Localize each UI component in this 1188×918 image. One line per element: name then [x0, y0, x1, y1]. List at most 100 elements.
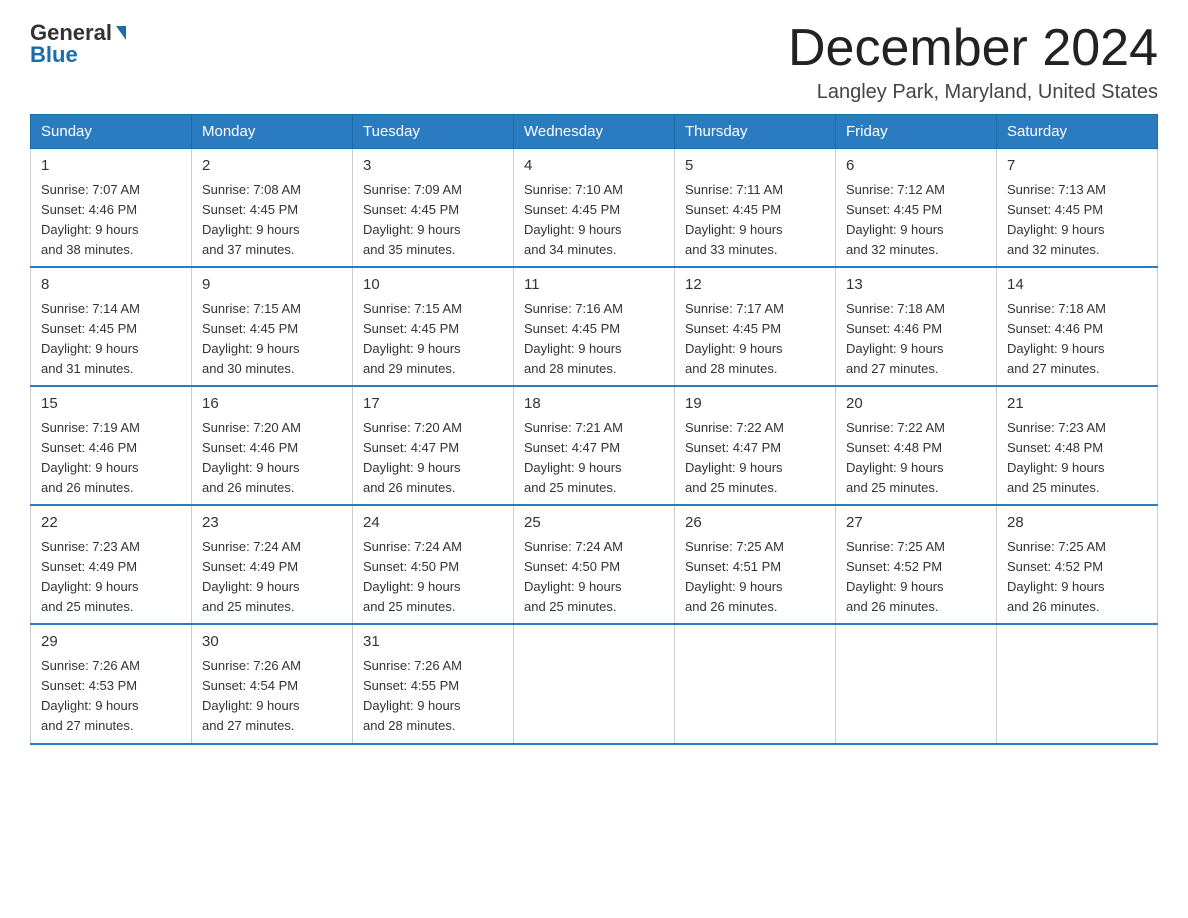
day-number: 30: [202, 631, 342, 654]
weekday-header-tuesday: Tuesday: [353, 115, 514, 149]
calendar-day-cell: 6Sunrise: 7:12 AMSunset: 4:45 PMDaylight…: [836, 149, 997, 268]
day-info: Sunrise: 7:24 AMSunset: 4:50 PMDaylight:…: [524, 537, 664, 618]
day-number: 19: [685, 393, 825, 416]
day-info: Sunrise: 7:20 AMSunset: 4:47 PMDaylight:…: [363, 418, 503, 499]
day-number: 7: [1007, 155, 1147, 178]
calendar-day-cell: 31Sunrise: 7:26 AMSunset: 4:55 PMDayligh…: [353, 624, 514, 743]
day-number: 5: [685, 155, 825, 178]
day-info: Sunrise: 7:09 AMSunset: 4:45 PMDaylight:…: [363, 180, 503, 261]
day-info: Sunrise: 7:24 AMSunset: 4:50 PMDaylight:…: [363, 537, 503, 618]
day-number: 25: [524, 512, 664, 535]
day-number: 3: [363, 155, 503, 178]
calendar-title: December 2024: [788, 20, 1158, 77]
calendar-day-cell: 12Sunrise: 7:17 AMSunset: 4:45 PMDayligh…: [675, 267, 836, 386]
calendar-day-cell: [675, 624, 836, 743]
day-number: 31: [363, 631, 503, 654]
day-number: 29: [41, 631, 181, 654]
calendar-day-cell: 22Sunrise: 7:23 AMSunset: 4:49 PMDayligh…: [31, 505, 192, 624]
day-info: Sunrise: 7:24 AMSunset: 4:49 PMDaylight:…: [202, 537, 342, 618]
day-number: 12: [685, 274, 825, 297]
day-info: Sunrise: 7:19 AMSunset: 4:46 PMDaylight:…: [41, 418, 181, 499]
day-number: 21: [1007, 393, 1147, 416]
calendar-day-cell: 18Sunrise: 7:21 AMSunset: 4:47 PMDayligh…: [514, 386, 675, 505]
day-number: 28: [1007, 512, 1147, 535]
day-number: 13: [846, 274, 986, 297]
day-info: Sunrise: 7:10 AMSunset: 4:45 PMDaylight:…: [524, 180, 664, 261]
day-info: Sunrise: 7:15 AMSunset: 4:45 PMDaylight:…: [363, 299, 503, 380]
day-info: Sunrise: 7:14 AMSunset: 4:45 PMDaylight:…: [41, 299, 181, 380]
calendar-day-cell: 7Sunrise: 7:13 AMSunset: 4:45 PMDaylight…: [997, 149, 1158, 268]
day-number: 24: [363, 512, 503, 535]
calendar-day-cell: 4Sunrise: 7:10 AMSunset: 4:45 PMDaylight…: [514, 149, 675, 268]
calendar-day-cell: 19Sunrise: 7:22 AMSunset: 4:47 PMDayligh…: [675, 386, 836, 505]
calendar-day-cell: [997, 624, 1158, 743]
logo: General Blue: [30, 20, 128, 68]
day-info: Sunrise: 7:25 AMSunset: 4:52 PMDaylight:…: [1007, 537, 1147, 618]
calendar-day-cell: 25Sunrise: 7:24 AMSunset: 4:50 PMDayligh…: [514, 505, 675, 624]
day-info: Sunrise: 7:25 AMSunset: 4:51 PMDaylight:…: [685, 537, 825, 618]
weekday-header-monday: Monday: [192, 115, 353, 149]
day-info: Sunrise: 7:23 AMSunset: 4:49 PMDaylight:…: [41, 537, 181, 618]
calendar-day-cell: 13Sunrise: 7:18 AMSunset: 4:46 PMDayligh…: [836, 267, 997, 386]
day-number: 23: [202, 512, 342, 535]
weekday-header-saturday: Saturday: [997, 115, 1158, 149]
day-number: 22: [41, 512, 181, 535]
day-info: Sunrise: 7:18 AMSunset: 4:46 PMDaylight:…: [1007, 299, 1147, 380]
day-info: Sunrise: 7:13 AMSunset: 4:45 PMDaylight:…: [1007, 180, 1147, 261]
calendar-day-cell: 27Sunrise: 7:25 AMSunset: 4:52 PMDayligh…: [836, 505, 997, 624]
day-info: Sunrise: 7:22 AMSunset: 4:47 PMDaylight:…: [685, 418, 825, 499]
day-number: 15: [41, 393, 181, 416]
calendar-day-cell: 2Sunrise: 7:08 AMSunset: 4:45 PMDaylight…: [192, 149, 353, 268]
day-number: 11: [524, 274, 664, 297]
day-number: 16: [202, 393, 342, 416]
weekday-header-sunday: Sunday: [31, 115, 192, 149]
day-info: Sunrise: 7:08 AMSunset: 4:45 PMDaylight:…: [202, 180, 342, 261]
weekday-header-friday: Friday: [836, 115, 997, 149]
day-info: Sunrise: 7:15 AMSunset: 4:45 PMDaylight:…: [202, 299, 342, 380]
calendar-day-cell: 11Sunrise: 7:16 AMSunset: 4:45 PMDayligh…: [514, 267, 675, 386]
day-info: Sunrise: 7:16 AMSunset: 4:45 PMDaylight:…: [524, 299, 664, 380]
day-number: 17: [363, 393, 503, 416]
calendar-week-row: 29Sunrise: 7:26 AMSunset: 4:53 PMDayligh…: [31, 624, 1158, 743]
day-number: 27: [846, 512, 986, 535]
calendar-week-row: 1Sunrise: 7:07 AMSunset: 4:46 PMDaylight…: [31, 149, 1158, 268]
logo-blue: Blue: [30, 42, 78, 68]
calendar-day-cell: 15Sunrise: 7:19 AMSunset: 4:46 PMDayligh…: [31, 386, 192, 505]
day-info: Sunrise: 7:26 AMSunset: 4:54 PMDaylight:…: [202, 656, 342, 737]
calendar-day-cell: 28Sunrise: 7:25 AMSunset: 4:52 PMDayligh…: [997, 505, 1158, 624]
day-info: Sunrise: 7:11 AMSunset: 4:45 PMDaylight:…: [685, 180, 825, 261]
day-number: 6: [846, 155, 986, 178]
calendar-table: SundayMondayTuesdayWednesdayThursdayFrid…: [30, 114, 1158, 744]
page-header: General Blue December 2024 Langley Park,…: [30, 20, 1158, 104]
weekday-header-wednesday: Wednesday: [514, 115, 675, 149]
day-number: 4: [524, 155, 664, 178]
calendar-week-row: 15Sunrise: 7:19 AMSunset: 4:46 PMDayligh…: [31, 386, 1158, 505]
calendar-day-cell: 8Sunrise: 7:14 AMSunset: 4:45 PMDaylight…: [31, 267, 192, 386]
calendar-day-cell: 10Sunrise: 7:15 AMSunset: 4:45 PMDayligh…: [353, 267, 514, 386]
calendar-subtitle: Langley Park, Maryland, United States: [788, 81, 1158, 104]
calendar-day-cell: 9Sunrise: 7:15 AMSunset: 4:45 PMDaylight…: [192, 267, 353, 386]
day-number: 1: [41, 155, 181, 178]
day-number: 10: [363, 274, 503, 297]
weekday-header-row: SundayMondayTuesdayWednesdayThursdayFrid…: [31, 115, 1158, 149]
day-info: Sunrise: 7:23 AMSunset: 4:48 PMDaylight:…: [1007, 418, 1147, 499]
day-number: 8: [41, 274, 181, 297]
day-info: Sunrise: 7:17 AMSunset: 4:45 PMDaylight:…: [685, 299, 825, 380]
day-number: 26: [685, 512, 825, 535]
calendar-day-cell: [836, 624, 997, 743]
calendar-day-cell: 23Sunrise: 7:24 AMSunset: 4:49 PMDayligh…: [192, 505, 353, 624]
calendar-day-cell: 17Sunrise: 7:20 AMSunset: 4:47 PMDayligh…: [353, 386, 514, 505]
calendar-day-cell: 26Sunrise: 7:25 AMSunset: 4:51 PMDayligh…: [675, 505, 836, 624]
calendar-day-cell: 30Sunrise: 7:26 AMSunset: 4:54 PMDayligh…: [192, 624, 353, 743]
day-number: 2: [202, 155, 342, 178]
title-section: December 2024 Langley Park, Maryland, Un…: [788, 20, 1158, 104]
day-info: Sunrise: 7:22 AMSunset: 4:48 PMDaylight:…: [846, 418, 986, 499]
weekday-header-thursday: Thursday: [675, 115, 836, 149]
calendar-week-row: 8Sunrise: 7:14 AMSunset: 4:45 PMDaylight…: [31, 267, 1158, 386]
day-info: Sunrise: 7:12 AMSunset: 4:45 PMDaylight:…: [846, 180, 986, 261]
day-number: 18: [524, 393, 664, 416]
day-number: 14: [1007, 274, 1147, 297]
calendar-day-cell: 16Sunrise: 7:20 AMSunset: 4:46 PMDayligh…: [192, 386, 353, 505]
calendar-day-cell: 3Sunrise: 7:09 AMSunset: 4:45 PMDaylight…: [353, 149, 514, 268]
day-info: Sunrise: 7:07 AMSunset: 4:46 PMDaylight:…: [41, 180, 181, 261]
